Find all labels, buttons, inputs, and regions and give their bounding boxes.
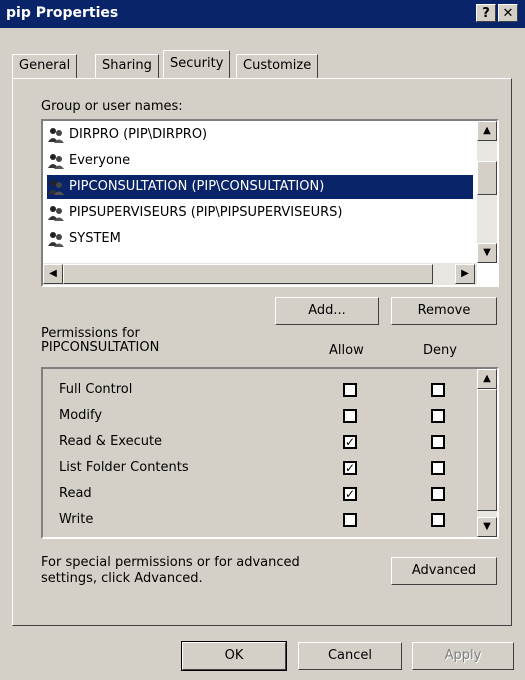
permission-name: Read & Execute [59, 434, 163, 449]
permission-row: Read & Execute ✓ [59, 429, 479, 455]
user-list-item-label: PIPCONSULTATION (PIP\CONSULTATION) [69, 179, 325, 194]
tab-sharing[interactable]: Sharing [95, 54, 159, 78]
perm-vscroll-thumb[interactable] [477, 389, 497, 511]
permission-name: Read [59, 486, 92, 501]
permission-name: Modify [59, 408, 103, 423]
users-hscroll-thumb[interactable] [63, 264, 433, 284]
scroll-down-icon[interactable]: ▼ [477, 243, 497, 263]
permission-deny-checkbox[interactable] [431, 513, 445, 527]
apply-button[interactable]: Apply [412, 642, 514, 670]
user-group-icon [48, 231, 64, 247]
permission-row: Modify [59, 403, 479, 429]
user-group-icon [48, 153, 64, 169]
permission-allow-checkbox[interactable] [343, 409, 357, 423]
permission-allow-checkbox[interactable] [343, 383, 357, 397]
user-list-item[interactable]: PIPCONSULTATION (PIP\CONSULTATION) [47, 175, 473, 199]
permissions-title: Permissions for PIPCONSULTATION [41, 327, 159, 355]
permission-row: List Folder Contents ✓ [59, 455, 479, 481]
users-vscroll-thumb[interactable] [477, 161, 497, 195]
deny-header: Deny [423, 343, 457, 358]
permission-name: Special Permissions [59, 538, 187, 539]
permission-row: Special Permissions [59, 533, 479, 539]
security-panel: Group or user names: DIRPRO (PIP\DIRPRO)… [12, 78, 512, 626]
permission-name: Full Control [59, 382, 133, 397]
perm-scroll-up-icon[interactable]: ▲ [477, 369, 497, 389]
user-group-icon [48, 179, 64, 195]
permission-name: List Folder Contents [59, 460, 189, 475]
tab-customize[interactable]: Customize [236, 54, 319, 78]
user-list-item-label: DIRPRO (PIP\DIRPRO) [69, 127, 208, 142]
user-list-item[interactable]: PIPSUPERVISEURS (PIP\PIPSUPERVISEURS) [47, 201, 473, 225]
tab-general[interactable]: General [12, 54, 78, 78]
permission-allow-checkbox[interactable]: ✓ [343, 487, 357, 501]
permission-deny-checkbox[interactable] [431, 383, 445, 397]
scroll-up-icon[interactable]: ▲ [477, 121, 497, 141]
permissions-listbox[interactable]: Full Control Modify Read & Execute ✓ List Fo… [41, 367, 499, 539]
user-group-icon [48, 205, 64, 221]
user-list-item-label: SYSTEM [69, 231, 121, 246]
permission-allow-checkbox[interactable]: ✓ [343, 461, 357, 475]
perm-scroll-down-icon[interactable]: ▼ [477, 517, 497, 537]
permission-row: Write [59, 507, 479, 533]
title-bar[interactable]: pip Properties ? ✕ [0, 0, 525, 28]
users-listbox[interactable]: DIRPRO (PIP\DIRPRO) Everyone PIPCONSULTATI… [41, 119, 499, 287]
permission-row: Full Control [59, 377, 479, 403]
permissions-title-line1: Permissions for [41, 326, 140, 341]
permission-allow-checkbox[interactable]: ✓ [343, 435, 357, 449]
tab-security[interactable]: Security [163, 50, 231, 78]
add-button[interactable]: Add... [275, 297, 379, 325]
users-label: Group or user names: [41, 99, 183, 114]
ok-button[interactable]: OK [181, 641, 287, 671]
user-list-item[interactable]: SYSTEM [47, 227, 473, 251]
permission-deny-checkbox[interactable] [431, 435, 445, 449]
permission-deny-checkbox[interactable] [431, 409, 445, 423]
allow-header: Allow [329, 343, 364, 358]
scroll-right-icon[interactable]: ▶ [455, 264, 475, 284]
user-group-icon [48, 127, 64, 143]
permission-deny-checkbox[interactable] [431, 487, 445, 501]
advanced-button[interactable]: Advanced [391, 557, 497, 585]
help-button[interactable]: ? [476, 4, 496, 22]
advanced-text: For special permissions or for advanced … [41, 555, 300, 586]
permission-name: Write [59, 512, 94, 527]
window-title: pip Properties [6, 5, 119, 21]
user-list-item[interactable]: DIRPRO (PIP\DIRPRO) [47, 123, 473, 147]
remove-button[interactable]: Remove [391, 297, 497, 325]
scroll-left-icon[interactable]: ◀ [43, 264, 63, 284]
permission-row: Read ✓ [59, 481, 479, 507]
user-list-item-label: Everyone [69, 153, 131, 168]
permissions-title-line2: PIPCONSULTATION [41, 340, 160, 355]
close-button[interactable]: ✕ [498, 4, 518, 22]
permission-deny-checkbox[interactable] [431, 461, 445, 475]
cancel-button[interactable]: Cancel [298, 642, 402, 670]
permission-allow-checkbox[interactable] [343, 513, 357, 527]
user-list-item[interactable]: Everyone [47, 149, 473, 173]
user-list-item-label: PIPSUPERVISEURS (PIP\PIPSUPERVISEURS) [69, 205, 343, 220]
